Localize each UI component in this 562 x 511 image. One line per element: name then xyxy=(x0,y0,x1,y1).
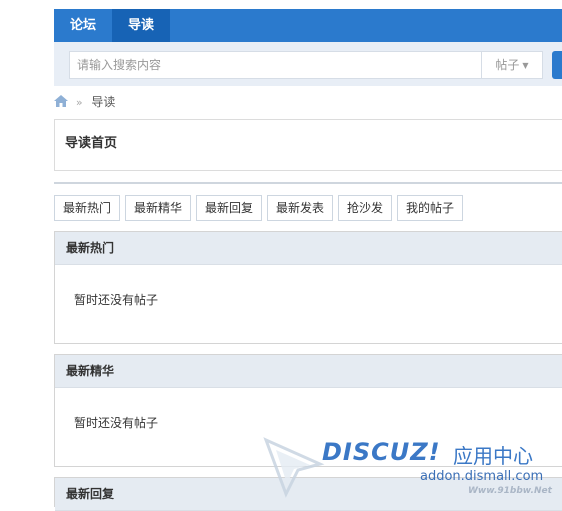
nav-item-guide[interactable]: 导读 xyxy=(112,9,170,42)
search-bar: 帖子▼ xyxy=(54,42,562,86)
tab-sofa[interactable]: 抢沙发 xyxy=(338,195,392,221)
empty-message: 暂时还没有帖子 xyxy=(74,293,159,307)
watermark-domain: addon.dismall.com xyxy=(420,469,544,484)
section-hot: 最新热门 暂时还没有帖子 xyxy=(54,231,562,344)
search-button[interactable] xyxy=(552,51,562,79)
breadcrumb-separator: » xyxy=(75,96,83,109)
section-title: 最新精华 xyxy=(55,355,562,388)
chevron-down-icon: ▼ xyxy=(522,61,529,70)
breadcrumb: » 导读 xyxy=(54,93,115,111)
tab-digest[interactable]: 最新精华 xyxy=(125,195,191,221)
page-title-box: 导读首页 xyxy=(54,119,562,171)
breadcrumb-current[interactable]: 导读 xyxy=(91,95,115,109)
nav-item-forum[interactable]: 论坛 xyxy=(54,9,112,42)
home-icon[interactable] xyxy=(54,95,68,107)
divider xyxy=(54,182,562,184)
top-navbar: 论坛 导读 xyxy=(54,9,562,42)
watermark-suffix: 应用中心 xyxy=(453,444,533,468)
search-type-label: 帖子 xyxy=(495,58,520,72)
page-title: 导读首页 xyxy=(65,136,118,151)
tab-hot[interactable]: 最新热门 xyxy=(54,195,120,221)
watermark-sub: Www.91bbw.Net xyxy=(468,486,552,496)
search-type-dropdown[interactable]: 帖子 ▼ xyxy=(481,51,543,79)
watermark-brand: DISCUZ! xyxy=(322,438,441,466)
search-input[interactable] xyxy=(69,51,481,79)
section-title: 最新热门 xyxy=(55,232,562,265)
empty-message: 暂时还没有帖子 xyxy=(74,416,159,430)
tab-reply[interactable]: 最新回复 xyxy=(196,195,262,221)
tab-my-threads[interactable]: 我的帖子 xyxy=(397,195,463,221)
tab-new[interactable]: 最新发表 xyxy=(267,195,333,221)
